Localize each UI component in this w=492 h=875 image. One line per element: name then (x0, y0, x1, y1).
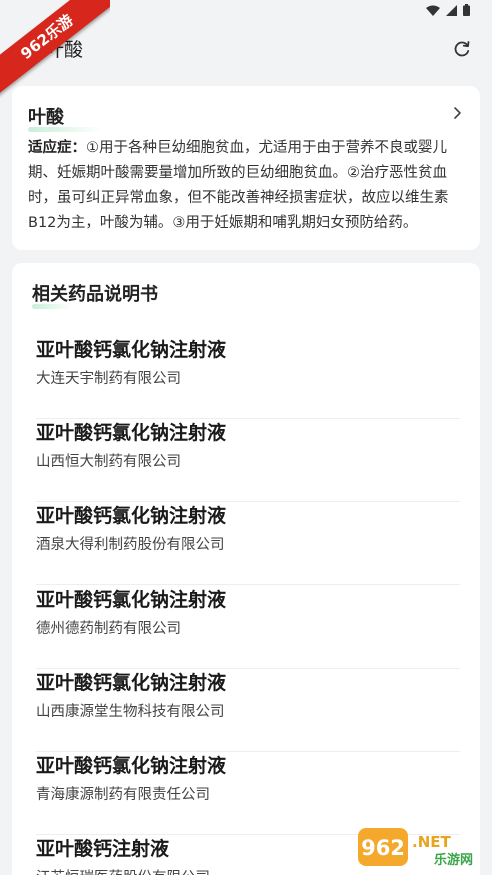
refresh-button[interactable] (452, 39, 472, 59)
item-company: 酒泉大得利制药股份有限公司 (36, 537, 225, 553)
item-name: 亚叶酸钙氯化钠注射液 (36, 339, 227, 361)
item-name: 亚叶酸钙氯化钠注射液 (36, 505, 227, 527)
item-company: 江苏恒瑞医药股份有限公司 (36, 866, 210, 875)
item-name: 亚叶酸钙注射液 (36, 838, 170, 860)
ribbon-text: 962乐游 (0, 0, 110, 102)
item-name: 亚叶酸钙氯化钠注射液 (36, 755, 227, 777)
svg-text:962: 962 (361, 836, 405, 860)
list-item[interactable]: 亚叶酸钙氯化钠注射液 酒泉大得利制药股份有限公司 (36, 501, 460, 585)
status-icons (426, 4, 470, 16)
item-company: 德州德药制药有限公司 (36, 621, 181, 637)
item-name: 亚叶酸钙氯化钠注射液 (36, 589, 227, 611)
chevron-right-icon[interactable] (453, 106, 462, 120)
indication-text: 适应症：①用于各种巨幼细胞贫血，尤适用于由于营养不良或婴儿期、妊娠期叶酸需要量增… (28, 136, 464, 236)
drug-info-card[interactable]: 叶酸 适应症：①用于各种巨幼细胞贫血，尤适用于由于营养不良或婴儿期、妊娠期叶酸需… (12, 86, 480, 250)
refresh-icon (454, 41, 470, 57)
list-item[interactable]: 亚叶酸钙氯化钠注射液 大连天宇制药有限公司 (36, 335, 460, 419)
watermark-logo-graphic: 962 .NET 乐游网 (358, 828, 473, 868)
item-company: 青海康源制药有限责任公司 (36, 787, 210, 803)
corner-ribbon: 962乐游 (0, 0, 110, 110)
svg-text:.NET: .NET (412, 833, 451, 851)
indication-body: ①用于各种巨幼细胞贫血，尤适用于由于营养不良或婴儿期、妊娠期叶酸需要量增加所致的… (28, 140, 449, 231)
list-item[interactable]: 亚叶酸钙氯化钠注射液 德州德药制药有限公司 (36, 585, 460, 669)
item-name: 亚叶酸钙氯化钠注射液 (36, 672, 227, 694)
battery-icon (463, 4, 470, 16)
section-title: 相关药品说明书 (32, 284, 158, 305)
svg-text:乐游网: 乐游网 (434, 852, 473, 868)
item-company: 山西康源堂生物科技有限公司 (36, 704, 225, 720)
list-item[interactable]: 亚叶酸钙氯化钠注射液 青海康源制药有限责任公司 (36, 751, 460, 835)
item-company: 山西恒大制药有限公司 (36, 454, 181, 470)
list-item[interactable]: 亚叶酸钙氯化钠注射液 山西恒大制药有限公司 (36, 418, 460, 502)
watermark-logo: 962 .NET 乐游网 (356, 825, 484, 869)
list-item[interactable]: 亚叶酸钙氯化钠注射液 山西康源堂生物科技有限公司 (36, 668, 460, 752)
item-name: 亚叶酸钙氯化钠注射液 (36, 422, 227, 444)
related-drugs-section: 相关药品说明书 亚叶酸钙氯化钠注射液 大连天宇制药有限公司 亚叶酸钙氯化钠注射液… (12, 263, 480, 875)
signal-icon (446, 4, 457, 16)
item-company: 大连天宇制药有限公司 (36, 371, 181, 387)
indication-label: 适应症： (28, 140, 86, 156)
wifi-icon (426, 5, 440, 16)
